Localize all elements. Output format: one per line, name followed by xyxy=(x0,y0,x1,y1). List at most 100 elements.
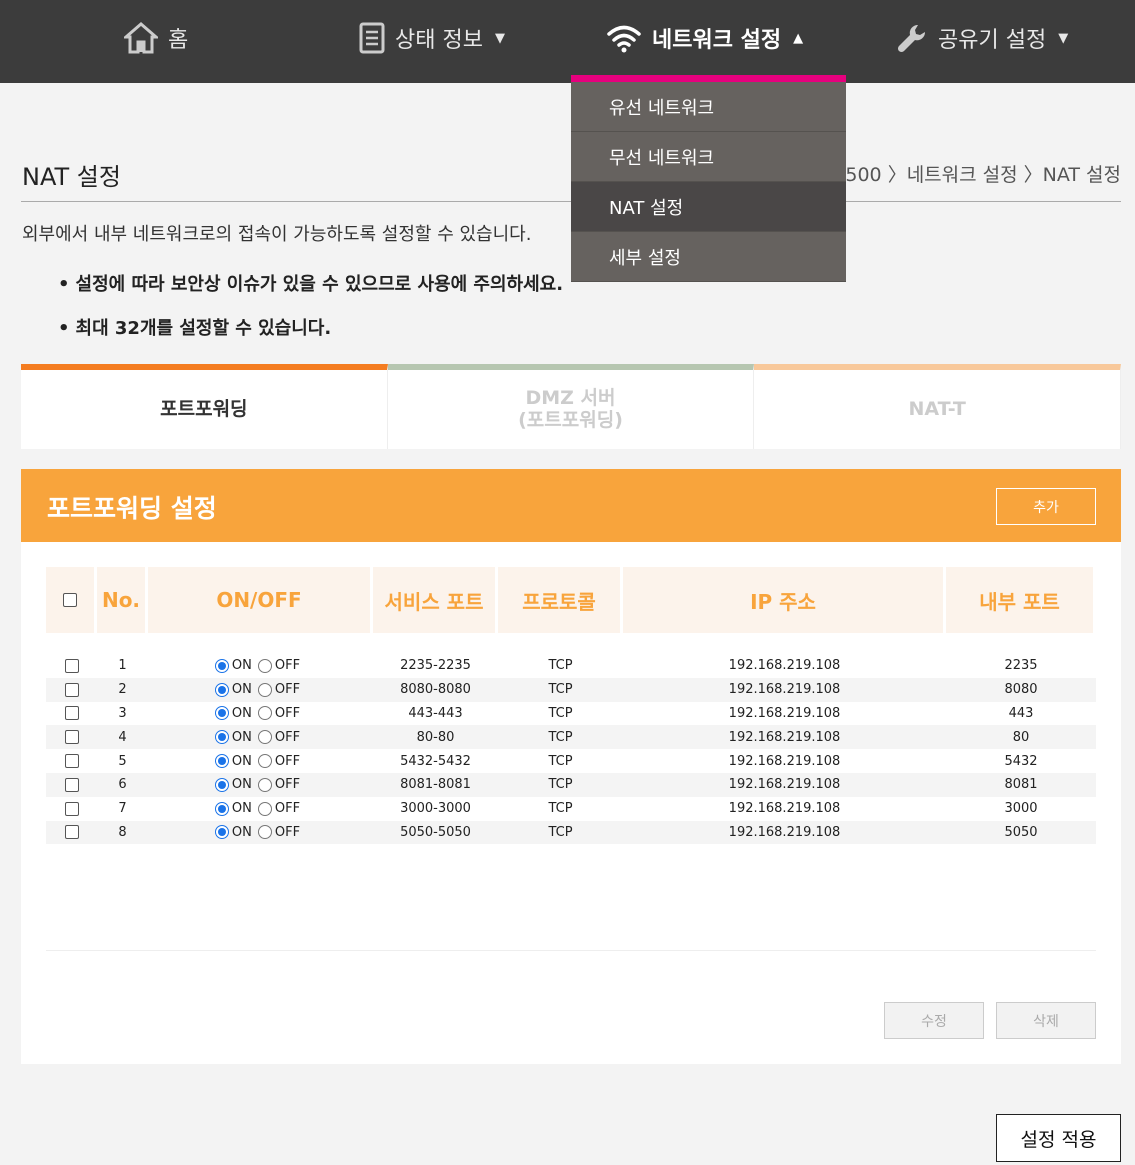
edit-button[interactable]: 수정 xyxy=(884,1002,984,1039)
off-label: OFF xyxy=(274,682,301,698)
apply-settings-button[interactable]: 설정 적용 xyxy=(996,1114,1121,1162)
row-internal-port: 5050 xyxy=(1004,824,1038,840)
row-checkbox-cell xyxy=(46,777,97,792)
tab-dmz-server[interactable]: DMZ 서버 (포트포워딩) xyxy=(387,364,755,449)
table-row: 1 ON OFF 2235-2235 TCP 192.168.219.108 2235 xyxy=(46,654,1096,678)
chevron-down-icon: ▼ xyxy=(1058,30,1069,46)
row-checkbox-cell xyxy=(46,682,97,697)
row-internal-port: 2235 xyxy=(1004,658,1038,674)
row-service-port: 80-80 xyxy=(416,729,455,745)
nav-router[interactable]: 공유기 설정 ▼ xyxy=(896,0,1068,76)
row-checkbox[interactable] xyxy=(64,682,79,697)
select-all-checkbox[interactable] xyxy=(63,593,77,607)
top-nav: 홈 상태 정보 ▼ 네트워크 설정 ▲ 공유기 설정 ▼ xyxy=(0,0,1135,83)
row-protocol: TCP xyxy=(548,658,573,674)
tab-nat-t[interactable]: NAT-T xyxy=(754,364,1122,449)
table-header: No. ON/OFF 서비스 포트 프로토콜 IP 주소 내부 포트 xyxy=(46,567,1096,633)
table-row: 4 ON OFF 80-80 TCP 192.168.219.108 80 xyxy=(46,725,1096,750)
row-checkbox-cell xyxy=(46,730,97,745)
chevron-down-icon: ▼ xyxy=(494,30,505,46)
on-label: ON xyxy=(231,705,252,721)
header-service-port: 서비스 포트 xyxy=(373,567,495,633)
tab-port-forwarding-label: 포트포워딩 xyxy=(160,397,248,420)
nat-tabs: 포트포워딩 DMZ 서버 (포트포워딩) NAT-T xyxy=(21,364,1122,449)
menu-item-advanced-settings[interactable]: 세부 설정 xyxy=(571,232,846,282)
off-label: OFF xyxy=(274,777,301,793)
off-radio[interactable] xyxy=(257,658,272,673)
table-row: 8 ON OFF 5050-5050 TCP 192.168.219.108 5050 xyxy=(46,820,1096,845)
table-row: 6 ON OFF 8081-8081 TCP 192.168.219.108 8081 xyxy=(46,772,1096,797)
off-label: OFF xyxy=(274,824,301,840)
nav-network[interactable]: 네트워크 설정 ▲ xyxy=(606,0,803,76)
tab-dmz-sublabel: (포트포워딩) xyxy=(518,408,623,431)
row-protocol: TCP xyxy=(548,777,573,793)
tab-port-forwarding[interactable]: 포트포워딩 xyxy=(21,364,388,449)
nav-router-label: 공유기 설정 xyxy=(938,28,1047,53)
row-onoff: ON OFF xyxy=(148,682,373,697)
menu-item-wireless-network[interactable]: 무선 네트워크 xyxy=(571,132,846,182)
nav-home-label: 홈 xyxy=(168,28,189,53)
on-label: ON xyxy=(231,824,252,840)
table-row: 7 ON OFF 3000-3000 TCP 192.168.219.108 3000 xyxy=(46,797,1096,821)
off-radio[interactable] xyxy=(257,777,272,792)
nav-status[interactable]: 상태 정보 ▼ xyxy=(359,0,505,76)
nav-home[interactable]: 홈 xyxy=(124,0,188,76)
row-protocol: TCP xyxy=(548,729,573,745)
off-radio[interactable] xyxy=(257,730,272,745)
row-internal-port: 80 xyxy=(1012,729,1030,745)
row-ip: 192.168.219.108 xyxy=(728,705,841,721)
off-radio[interactable] xyxy=(257,754,272,769)
row-onoff: ON OFF xyxy=(148,730,373,745)
header-protocol: 프로토콜 xyxy=(498,567,620,633)
add-button[interactable]: 추가 xyxy=(996,488,1096,525)
on-label: ON xyxy=(231,729,252,745)
off-radio[interactable] xyxy=(257,682,272,697)
row-checkbox[interactable] xyxy=(64,777,79,792)
network-dropdown-menu: 유선 네트워크 무선 네트워크 NAT 설정 세부 설정 xyxy=(571,75,846,282)
on-label: ON xyxy=(231,682,252,698)
row-checkbox[interactable] xyxy=(64,658,79,673)
off-radio[interactable] xyxy=(257,825,272,840)
on-radio[interactable] xyxy=(214,825,229,840)
header-internal-port: 내부 포트 xyxy=(946,567,1093,633)
row-no: 2 xyxy=(118,682,127,698)
row-checkbox[interactable] xyxy=(64,801,79,816)
row-service-port: 8080-8080 xyxy=(400,682,471,698)
row-checkbox-cell xyxy=(46,754,97,769)
row-checkbox[interactable] xyxy=(64,825,79,840)
table-body: 1 ON OFF 2235-2235 TCP 192.168.219.108 2235 2 ON… xyxy=(46,654,1096,845)
on-radio[interactable] xyxy=(214,754,229,769)
delete-button[interactable]: 삭제 xyxy=(996,1002,1096,1039)
header-onoff: ON/OFF xyxy=(148,567,370,633)
off-label: OFF xyxy=(274,705,301,721)
menu-item-nat-settings[interactable]: NAT 설정 xyxy=(571,182,846,232)
off-label: OFF xyxy=(274,729,301,745)
row-service-port: 3000-3000 xyxy=(400,801,471,817)
row-onoff: ON OFF xyxy=(148,706,373,721)
menu-item-wired-network[interactable]: 유선 네트워크 xyxy=(571,82,846,132)
row-checkbox[interactable] xyxy=(64,730,79,745)
table-row: 2 ON OFF 8080-8080 TCP 192.168.219.108 8080 xyxy=(46,677,1096,702)
on-radio[interactable] xyxy=(214,658,229,673)
on-label: ON xyxy=(231,753,252,769)
on-radio[interactable] xyxy=(214,801,229,816)
home-icon xyxy=(124,22,158,54)
chevron-up-icon: ▲ xyxy=(793,30,804,46)
row-no: 5 xyxy=(118,753,127,769)
off-label: OFF xyxy=(274,801,301,817)
off-radio[interactable] xyxy=(257,706,272,721)
on-radio[interactable] xyxy=(214,730,229,745)
row-checkbox-cell xyxy=(46,658,97,673)
on-radio[interactable] xyxy=(214,706,229,721)
row-service-port: 2235-2235 xyxy=(400,658,471,674)
row-onoff: ON OFF xyxy=(148,658,373,673)
on-radio[interactable] xyxy=(214,777,229,792)
row-checkbox-cell xyxy=(46,706,97,721)
row-service-port: 5050-5050 xyxy=(400,824,471,840)
panel-header: 포트포워딩 설정 추가 xyxy=(21,469,1121,542)
row-checkbox[interactable] xyxy=(64,754,79,769)
row-checkbox[interactable] xyxy=(64,706,79,721)
off-radio[interactable] xyxy=(257,801,272,816)
on-label: ON xyxy=(231,801,252,817)
on-radio[interactable] xyxy=(214,682,229,697)
